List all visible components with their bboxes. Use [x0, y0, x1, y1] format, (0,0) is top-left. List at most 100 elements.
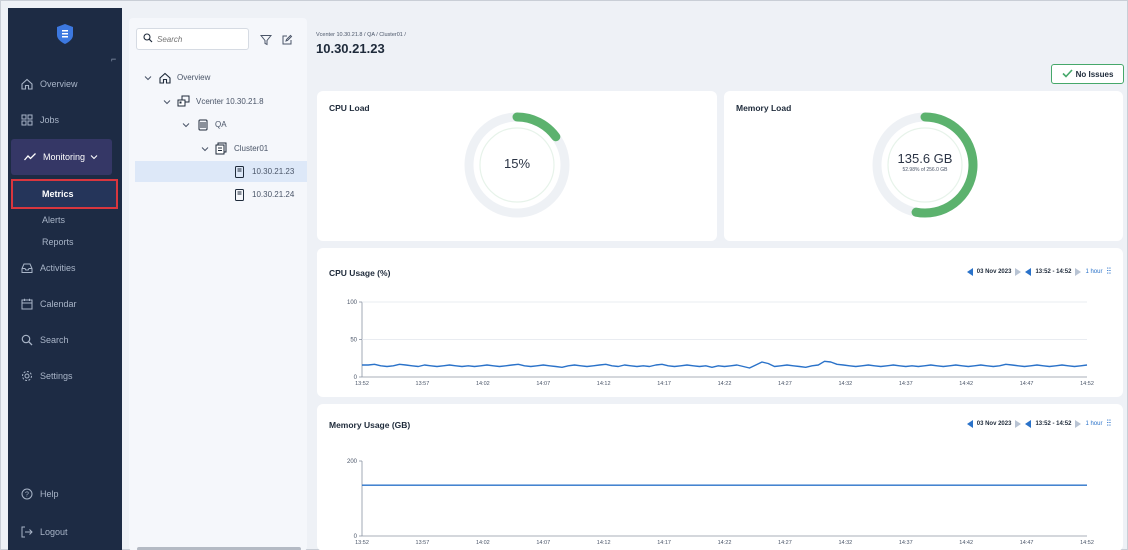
nav-settings-label: Settings	[40, 371, 73, 381]
chevron-down-icon[interactable]	[143, 75, 152, 81]
x-tick-label: 14:12	[597, 540, 611, 546]
tree-search-input[interactable]	[157, 34, 247, 44]
help-icon: ?	[20, 487, 34, 501]
tree-node-label: Cluster01	[234, 144, 269, 153]
x-tick-label: 13:57	[416, 540, 430, 546]
nav-calendar[interactable]: Calendar	[8, 291, 122, 317]
status-label: No Issues	[1075, 69, 1114, 79]
nav-reports-label: Reports	[42, 237, 74, 247]
nav-monitoring-label: Monitoring	[43, 152, 86, 162]
nav-calendar-label: Calendar	[40, 299, 77, 309]
nav-overview[interactable]: Overview	[8, 71, 122, 97]
nav-help[interactable]: ? Help	[8, 481, 122, 507]
y-tick-label: 200	[347, 459, 358, 465]
nav-metrics[interactable]: Metrics	[11, 179, 118, 209]
datacenter-icon	[196, 118, 209, 131]
server-icon	[233, 165, 246, 178]
filter-icon[interactable]	[259, 33, 273, 46]
x-tick-label: 14:07	[536, 381, 550, 387]
tree-node-host-23[interactable]: 10.30.21.23	[135, 161, 307, 182]
memory-load-readout: 135.6 GB 52.98% of 256.0 GB	[870, 151, 980, 173]
checkmark-icon	[1062, 68, 1073, 80]
tree-node-qa[interactable]: QA	[181, 118, 227, 131]
tree-node-label: Overview	[177, 73, 211, 82]
pulse-icon	[23, 150, 37, 164]
x-tick-label: 14:37	[899, 381, 913, 387]
search-icon	[20, 333, 34, 347]
status-button[interactable]: No Issues	[1051, 64, 1124, 84]
nav-settings[interactable]: Settings	[8, 363, 122, 389]
memory-load-title: Memory Load	[736, 103, 792, 113]
search-icon	[143, 30, 153, 48]
nav-monitoring[interactable]: Monitoring	[11, 139, 112, 175]
cpu-load-value: 15%	[503, 156, 531, 171]
x-tick-label: 13:57	[416, 381, 430, 387]
x-tick-label: 14:32	[838, 381, 852, 387]
chevron-down-icon[interactable]	[200, 146, 209, 152]
tree-node-vcenter[interactable]: Vcenter 10.30.21.8	[162, 95, 264, 108]
x-tick-label: 14:17	[657, 540, 671, 546]
nav-activities[interactable]: Activities	[8, 255, 122, 281]
nav-search[interactable]: Search	[8, 327, 122, 353]
edit-icon[interactable]	[281, 33, 294, 46]
nav-reports[interactable]: Reports	[42, 237, 74, 247]
tree-node-label: 10.30.21.24	[252, 190, 295, 199]
home-icon	[158, 71, 171, 84]
nav-jobs-label: Jobs	[40, 115, 60, 125]
nav-search-label: Search	[40, 335, 69, 345]
x-tick-label: 14:27	[778, 540, 792, 546]
vcenter-icon	[177, 95, 190, 108]
shield-logo-icon	[57, 24, 73, 44]
nav-metrics-label: Metrics	[42, 189, 74, 199]
cpu-load-title: CPU Load	[329, 103, 370, 113]
x-tick-label: 14:02	[476, 381, 490, 387]
x-tick-label: 14:02	[476, 540, 490, 546]
chevron-down-icon[interactable]	[162, 99, 171, 105]
home-icon	[20, 77, 34, 91]
y-tick-label: 50	[350, 338, 357, 344]
logout-icon	[20, 525, 34, 539]
nav-alerts[interactable]: Alerts	[42, 215, 65, 225]
nav-jobs[interactable]: Jobs	[8, 107, 122, 133]
cpu-usage-chart: 05010013:52 13:57 14:02 14:07 14:12 14:17 14:2…	[347, 300, 1094, 387]
cpu-usage-card: CPU Usage (%) 03 Nov 2023 13:52 - 14:52 …	[317, 248, 1123, 397]
collapse-icon[interactable]: ⌐	[111, 54, 116, 64]
chevron-down-icon	[90, 152, 98, 162]
tree-node-overview[interactable]: Overview	[143, 71, 210, 84]
tree-node-host-24[interactable]: 10.30.21.24	[233, 188, 294, 201]
series-line	[362, 360, 1088, 369]
tree-node-label: 10.30.21.23	[252, 167, 295, 176]
nav-alerts-label: Alerts	[42, 215, 66, 225]
y-tick-label: 100	[347, 300, 358, 306]
cpu-load-card: CPU Load 15%	[317, 91, 717, 241]
chevron-down-icon[interactable]	[181, 122, 190, 128]
x-tick-label: 14:47	[1020, 540, 1034, 546]
server-icon	[233, 188, 246, 201]
svg-text:?: ?	[25, 492, 29, 499]
x-tick-label: 14:12	[597, 381, 611, 387]
x-tick-label: 14:27	[778, 381, 792, 387]
memory-usage-card: Memory Usage (GB) 03 Nov 2023 13:52 - 14…	[317, 404, 1123, 550]
app-window: ⌐ Overview Jobs Monitoring Metrics Alert…	[0, 0, 1128, 550]
x-tick-label: 14:42	[959, 540, 973, 546]
x-tick-label: 14:07	[536, 540, 550, 546]
memory-load-value: 135.6 GB	[897, 151, 953, 166]
tree-search-box[interactable]	[136, 28, 249, 50]
memory-load-subtext: 52.98% of 256.0 GB	[902, 167, 948, 173]
tree-node-cluster[interactable]: Cluster01	[200, 142, 268, 155]
tree-node-label: Vcenter 10.30.21.8	[196, 97, 264, 106]
resource-tree-panel: Overview Vcenter 10.30.21.8 QA Cluster01…	[129, 18, 307, 550]
nav-logout-label: Logout	[40, 527, 68, 537]
tree-node-label: QA	[215, 120, 227, 129]
nav-overview-label: Overview	[40, 79, 78, 89]
x-tick-label: 14:32	[838, 540, 852, 546]
nav-activities-label: Activities	[40, 263, 76, 273]
page-title: 10.30.21.23	[316, 41, 385, 56]
nav-help-label: Help	[40, 489, 59, 499]
memory-load-card: Memory Load 135.6 GB 52.98% of 256.0 GB	[724, 91, 1123, 241]
x-tick-label: 14:22	[718, 381, 732, 387]
x-tick-label: 14:52	[1080, 381, 1094, 387]
nav-logout[interactable]: Logout	[8, 519, 122, 545]
x-tick-label: 14:22	[718, 540, 732, 546]
sidebar: ⌐ Overview Jobs Monitoring Metrics Alert…	[8, 8, 122, 550]
